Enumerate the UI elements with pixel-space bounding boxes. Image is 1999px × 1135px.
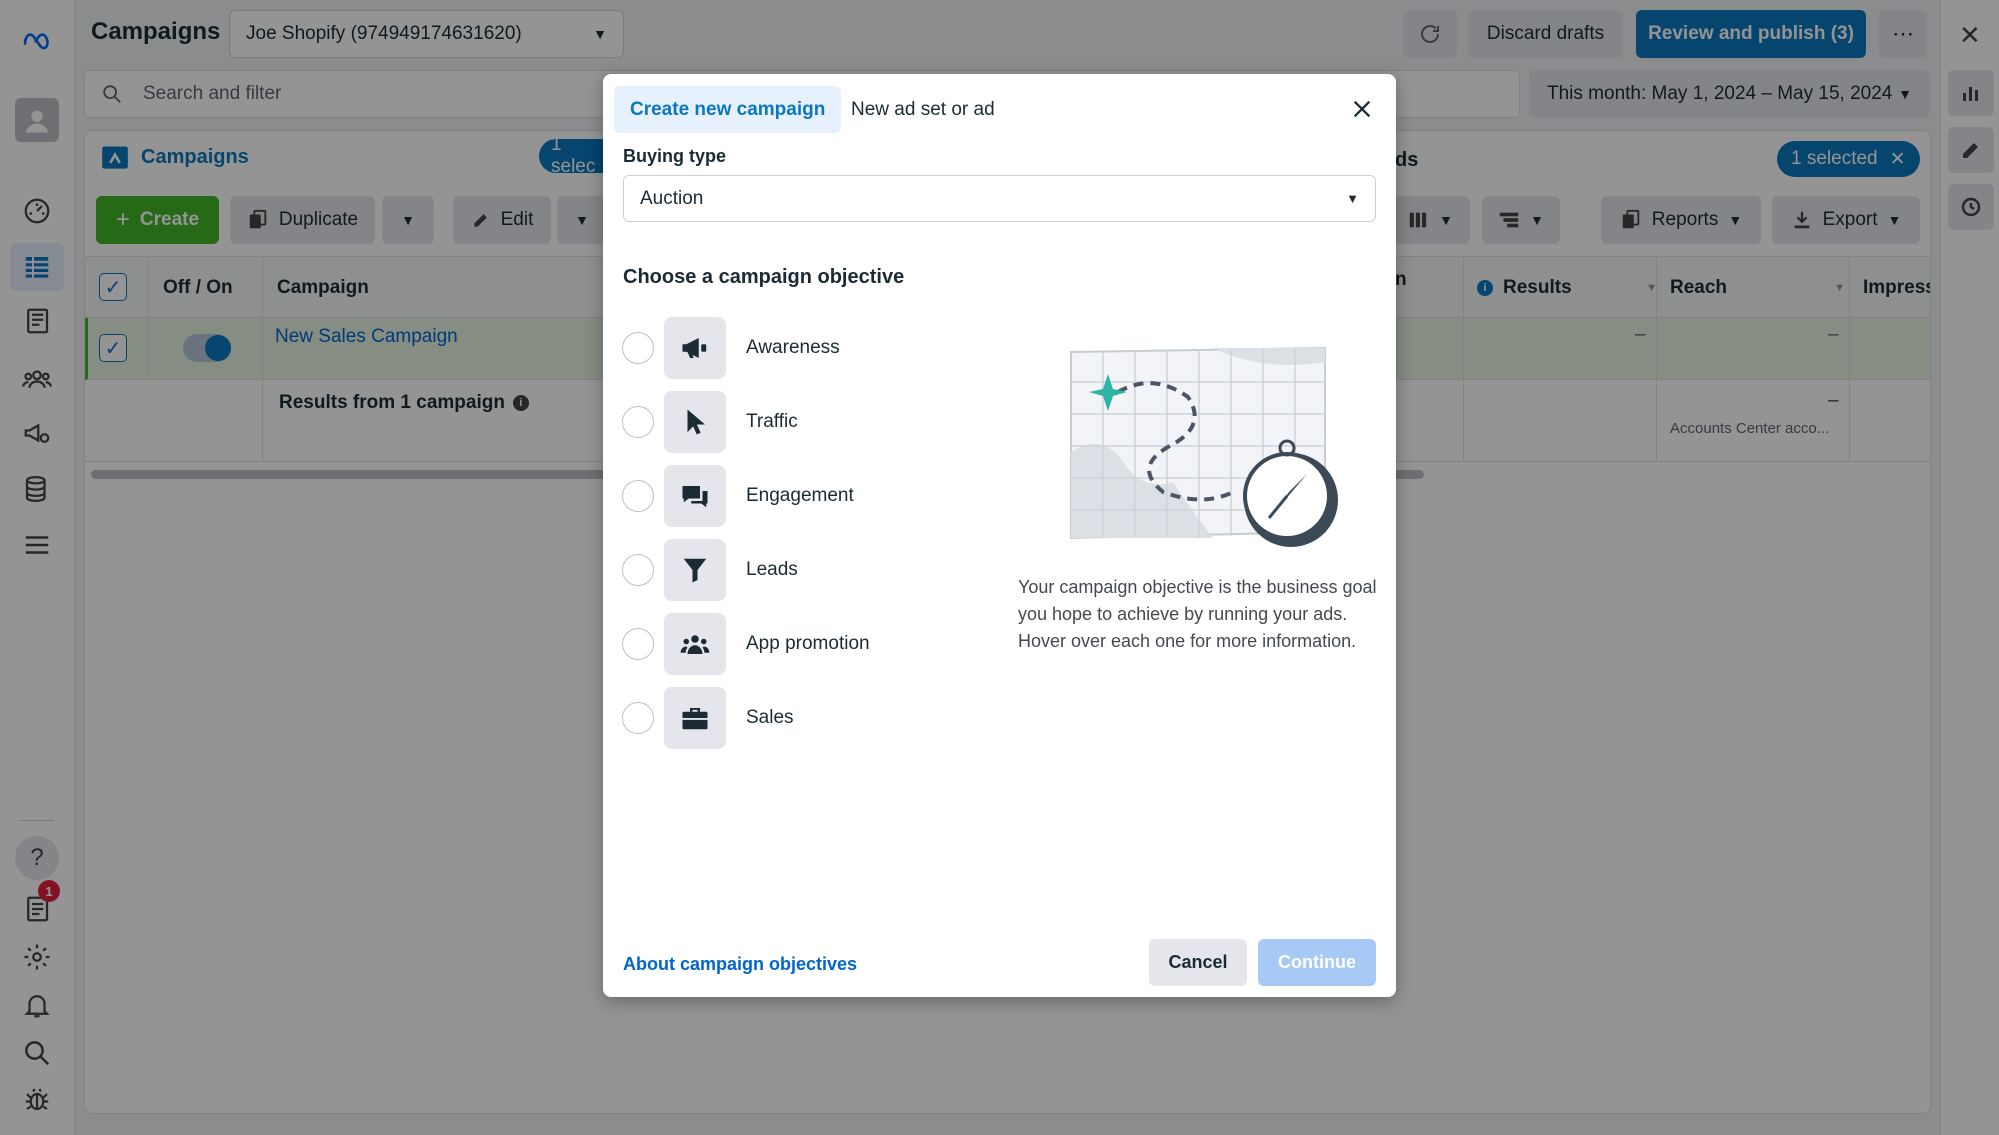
objective-label: Traffic <box>746 411 798 432</box>
people-icon <box>664 613 726 675</box>
objective-label: Awareness <box>746 337 840 358</box>
buying-type-value: Auction <box>640 187 704 209</box>
objective-radio[interactable] <box>622 480 654 512</box>
create-campaign-dialog: Create new campaign New ad set or ad Buy… <box>603 74 1396 997</box>
objective-description: Your campaign objective is the business … <box>1018 577 1377 651</box>
about-objectives-link[interactable]: About campaign objectives <box>623 954 857 975</box>
chat-bubbles-icon <box>664 465 726 527</box>
continue-button[interactable]: Continue <box>1258 939 1376 986</box>
objective-option-app-promotion[interactable]: App promotion <box>622 613 870 675</box>
objective-label: Engagement <box>746 485 854 506</box>
cancel-button[interactable]: Cancel <box>1149 939 1247 986</box>
tab-new-ad-set-or-ad[interactable]: New ad set or ad <box>835 86 1011 133</box>
map-compass-illustration <box>1063 342 1343 557</box>
close-icon[interactable] <box>1347 94 1377 124</box>
buying-type-select[interactable]: Auction ▼ <box>623 175 1376 222</box>
cursor-icon <box>664 391 726 453</box>
objective-label: App promotion <box>746 633 870 654</box>
chevron-down-icon: ▼ <box>1346 191 1359 206</box>
objective-option-leads[interactable]: Leads <box>622 539 798 601</box>
buying-type-label: Buying type <box>623 146 727 166</box>
megaphone-icon <box>664 317 726 379</box>
briefcase-icon <box>664 687 726 749</box>
objective-label: Sales <box>746 707 794 728</box>
objective-option-awareness[interactable]: Awareness <box>622 317 840 379</box>
objective-radio[interactable] <box>622 702 654 734</box>
tab-create-new-campaign[interactable]: Create new campaign <box>614 86 842 133</box>
objective-heading: Choose a campaign objective <box>623 266 905 288</box>
funnel-icon <box>664 539 726 601</box>
objective-radio[interactable] <box>622 332 654 364</box>
objective-radio[interactable] <box>622 628 654 660</box>
objective-option-traffic[interactable]: Traffic <box>622 391 798 453</box>
objective-option-sales[interactable]: Sales <box>622 687 794 749</box>
objective-radio[interactable] <box>622 554 654 586</box>
objective-radio[interactable] <box>622 406 654 438</box>
objective-option-engagement[interactable]: Engagement <box>622 465 854 527</box>
objective-label: Leads <box>746 559 798 580</box>
